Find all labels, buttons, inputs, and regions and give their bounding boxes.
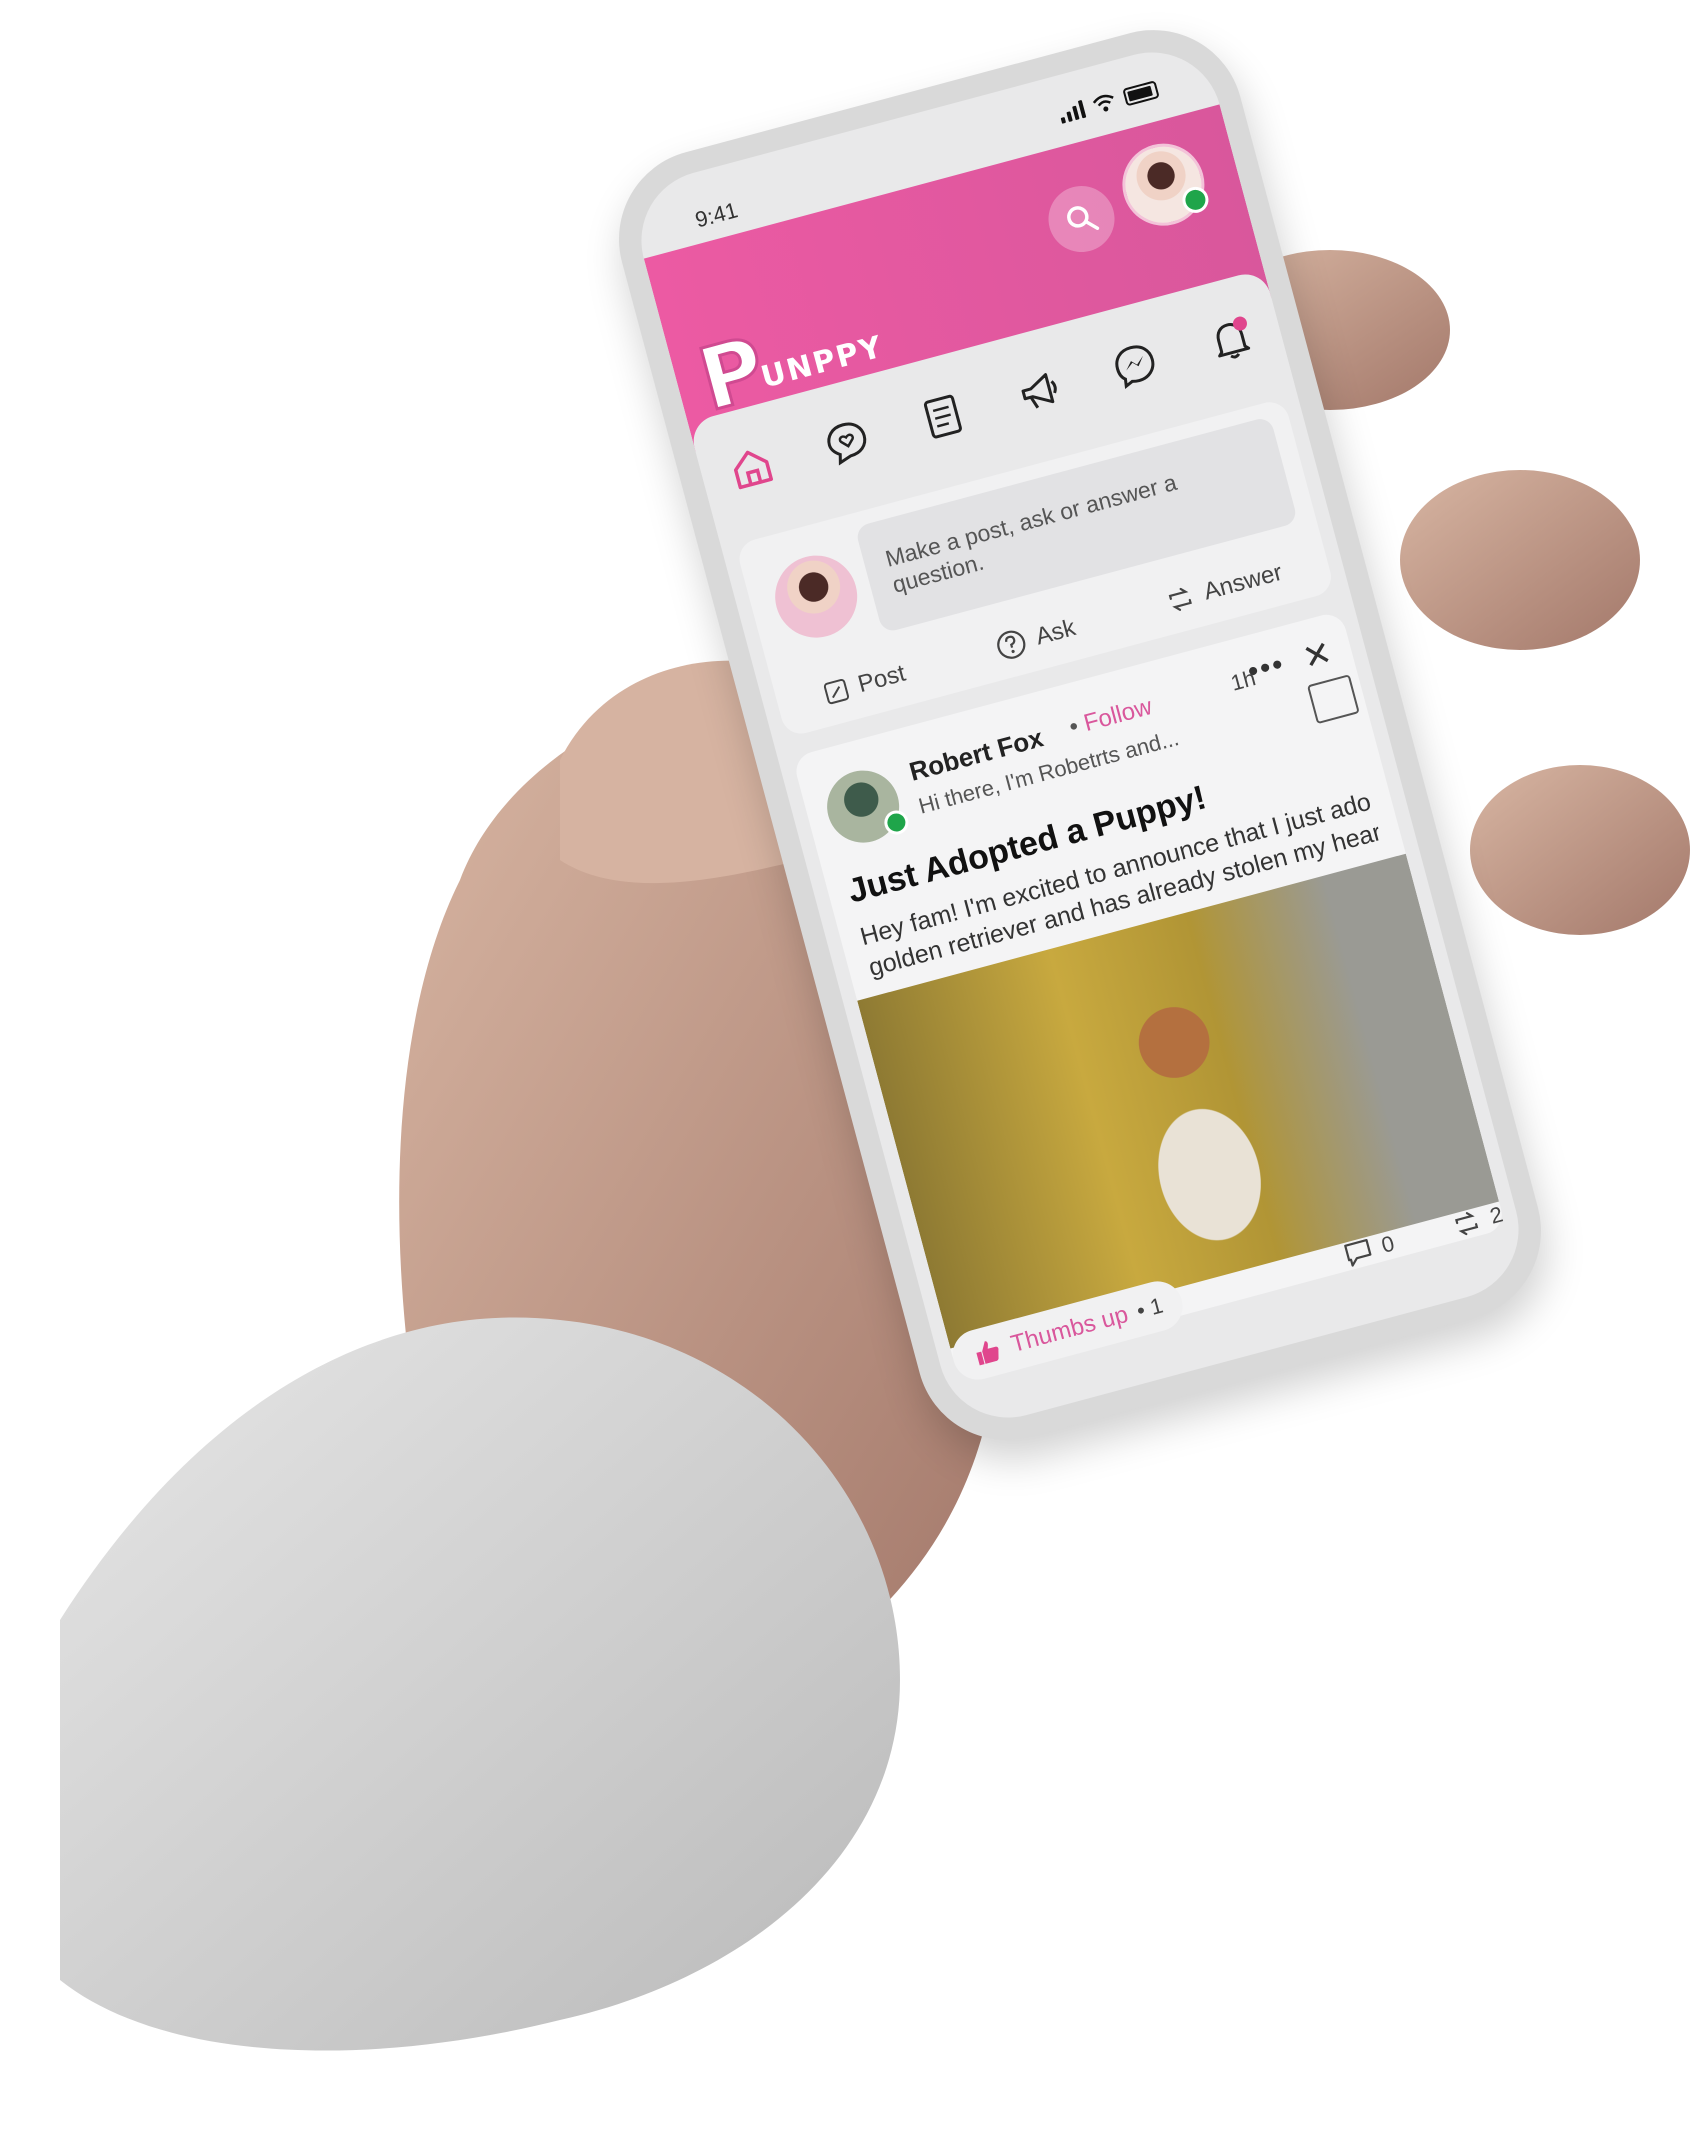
thumbs-label: Thumbs up — [1008, 1300, 1132, 1359]
online-status-dot — [1179, 183, 1212, 216]
more-options-button[interactable]: ••• — [1244, 647, 1289, 690]
ask-button[interactable]: Ask — [992, 612, 1080, 664]
author-online-dot — [881, 807, 912, 838]
repost-count: 2 — [1487, 1201, 1506, 1229]
nav-posts[interactable] — [910, 383, 976, 449]
battery-icon — [1122, 80, 1160, 107]
wifi-icon — [1092, 94, 1114, 112]
comment-icon — [1343, 1239, 1371, 1267]
follow-label: Follow — [1080, 693, 1155, 738]
megaphone-icon — [1021, 373, 1057, 409]
nav-announcements[interactable] — [1006, 358, 1072, 424]
separator-dot: • — [1066, 712, 1082, 741]
nav-messages[interactable] — [1102, 332, 1168, 398]
repeat-icon — [1168, 587, 1192, 611]
question-icon — [997, 630, 1026, 659]
nav-home[interactable] — [718, 435, 784, 501]
composer-avatar — [765, 546, 867, 647]
answer-button[interactable]: Answer — [1162, 558, 1286, 618]
search-button[interactable] — [1041, 178, 1122, 260]
thumbs-separator: • — [1133, 1297, 1148, 1324]
close-icon[interactable]: ✕ — [1298, 633, 1336, 679]
search-icon — [1067, 206, 1100, 230]
nav-spaces[interactable] — [814, 409, 880, 475]
messenger-icon — [1115, 345, 1155, 389]
image-icon — [1306, 674, 1360, 725]
chat-heart-icon — [827, 422, 867, 466]
status-icons — [1058, 80, 1160, 124]
edit-icon — [823, 678, 850, 705]
repost-icon — [1454, 1212, 1478, 1236]
ask-label: Ask — [1032, 614, 1079, 651]
home-icon — [733, 450, 773, 490]
post-action-label: Post — [855, 659, 909, 699]
status-time: 9:41 — [692, 197, 741, 233]
nav-notifications[interactable] — [1198, 306, 1264, 372]
post-action-button[interactable]: Post — [820, 660, 908, 709]
phone-mockup: 9:41 P UNPPY Make a post, ask or answer … — [598, 9, 1680, 1530]
thumbs-count: • 1 — [1134, 1293, 1166, 1325]
signal-icon — [1058, 99, 1087, 124]
thumbs-count-value: 1 — [1147, 1292, 1166, 1320]
bell-icon — [1216, 323, 1251, 359]
answer-label: Answer — [1200, 558, 1286, 606]
author-avatar[interactable] — [819, 762, 912, 851]
repost-button[interactable]: 2 — [1448, 1200, 1506, 1243]
thumbs-up-icon — [976, 1341, 999, 1366]
profile-avatar[interactable] — [1113, 134, 1214, 235]
phone-body: 9:41 P UNPPY Make a post, ask or answer … — [598, 9, 1562, 1461]
phone-screen: 9:41 P UNPPY Make a post, ask or answer … — [625, 36, 1535, 1434]
comment-count: 0 — [1378, 1230, 1398, 1258]
document-icon — [924, 394, 963, 439]
comment-button[interactable]: 0 — [1340, 1229, 1398, 1272]
